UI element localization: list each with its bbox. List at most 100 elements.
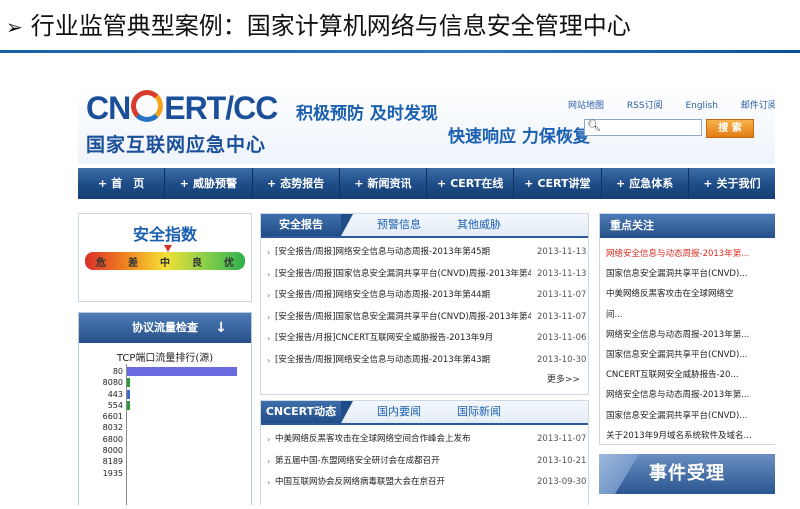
list-item[interactable]: › 中美网络反黑客攻击在全球网络空间合作峰会上发布 2013-11-07 (261, 429, 588, 451)
port-label: 6601 (102, 412, 123, 422)
item-date: 2013-11-07 (537, 311, 587, 322)
nav-emergency-system[interactable]: + 应急体系 (602, 168, 689, 199)
nav-cert-online[interactable]: + CERT在线 (427, 168, 515, 199)
port-row: 8032 (83, 422, 249, 433)
focus-box: 重点关注 网络安全信息与动态周报-2013年第... 国家信息安全漏洞共享平台(C… (599, 213, 775, 445)
focus-item[interactable]: 中美网络反黑客攻击在全球网络空 (606, 284, 772, 304)
nav-label: CERT在线 (450, 177, 504, 190)
list-item[interactable]: › [安全报告/月报]CNCERT互联网安全威胁报告-2013年9月 2013-11… (261, 328, 588, 350)
list-item[interactable]: › [安全报告/周报]网络安全信息与动态周报-2013年第45期 2013-11-1… (261, 242, 588, 264)
more-link[interactable]: 更多>> (547, 372, 580, 385)
focus-item[interactable]: 关于2013年9月域名系统软件及域名... (606, 426, 772, 446)
arrow-down-icon: ↓ (215, 320, 227, 336)
port-label: 80 (112, 367, 123, 376)
port-row: 8189 (83, 456, 249, 467)
reports-box: 安全报告 预警信息 其他威胁 › [安全报告/周报]网络安全信息与动态周报-201… (260, 213, 589, 395)
protocol-panel-title: 协议流量检查 (132, 321, 198, 334)
item-date: 2013-11-13 (537, 247, 587, 257)
main-nav: + 首 页 + 威胁预警 + 态势报告 + 新闻资讯 + CERT在线 + CERT讲堂 +… (78, 168, 775, 199)
list-item[interactable]: › 中国互联网协会反网络病毒联盟大会在京召开 2013-09-30 (261, 472, 588, 494)
item-date: 2013-10-21 (537, 455, 587, 466)
protocol-chart-title: TCP端口流量排行(源) (116, 353, 214, 364)
port-label: 8000 (102, 446, 123, 456)
rss-link[interactable]: RSS订阅 (627, 101, 663, 111)
nav-news[interactable]: + 新闻资讯 (340, 168, 427, 199)
port-row: 80 (83, 366, 249, 377)
slide-title: ➢ 行业监管典型案例：国家计算机网络与信息安全管理中心 (6, 6, 631, 46)
site-logo[interactable]: CN ERT/CC (86, 90, 278, 127)
item-title[interactable]: [安全报告/周报]网络安全信息与动态周报-2013年第44期 (275, 285, 531, 307)
logo-subtitle: 国家互联网应急中心 (86, 134, 267, 156)
tab-other-threats[interactable]: 其他威胁 (439, 214, 519, 236)
plus-icon: + (179, 177, 189, 190)
nav-label: 新闻资讯 (367, 177, 412, 190)
tab-alerts[interactable]: 预警信息 (359, 214, 439, 236)
reports-list: › [安全报告/周报]网络安全信息与动态周报-2013年第45期 2013-11-1… (261, 242, 588, 371)
tab-domestic-news[interactable]: 国内要闻 (359, 401, 439, 423)
list-item[interactable]: › [安全报告/周报]国家信息安全漏洞共享平台(CNVD)周报-2013年第44期… (261, 307, 588, 329)
item-date: 2013-11-13 (537, 268, 587, 279)
focus-item[interactable]: 国家信息安全漏洞共享平台(CNVD)... (606, 406, 772, 426)
port-bar (127, 367, 237, 376)
item-date: 2013-11-06 (537, 333, 587, 343)
item-title[interactable]: 中美网络反黑客攻击在全球网络空间合作峰会上发布 (275, 429, 531, 451)
level-excellent: 优 (224, 258, 234, 269)
port-label: 443 (107, 389, 123, 399)
security-index-panel: 安全指数 危 差 中 良 优 (78, 213, 252, 302)
chevron-right-icon: › (267, 334, 271, 343)
search-input[interactable] (599, 121, 697, 133)
search-button[interactable]: 搜 索 (706, 119, 754, 138)
chevron-right-icon: › (267, 478, 271, 487)
chevron-right-icon: › (267, 355, 271, 365)
focus-list: 网络安全信息与动态周报-2013年第... 国家信息安全漏洞共享平台(CNVD).… (606, 244, 772, 446)
list-item[interactable]: › [安全报告/周报]网络安全信息与动态周报-2013年第43期 2013-10-3… (261, 350, 588, 372)
list-item[interactable]: › [安全报告/周报]国家信息安全漏洞共享平台(CNVD)周报-2013年第45期… (261, 264, 588, 286)
slogan-line-2: 快速响应 力保恢复 (448, 127, 590, 147)
item-title[interactable]: [安全报告/月报]CNCERT互联网安全威胁报告-2013年9月 (275, 328, 531, 350)
port-bar (127, 389, 130, 399)
level-good: 良 (192, 258, 202, 269)
logo-text-right: ERT/CC (164, 90, 278, 126)
item-title[interactable]: [安全报告/周报]国家信息安全漏洞共享平台(CNVD)周报-2013年第45期 (275, 264, 531, 286)
focus-item[interactable]: 网络安全信息与动态周报-2013年第... (606, 244, 772, 264)
nav-situation-reports[interactable]: + 态势报告 (253, 168, 340, 199)
chevron-right-icon: › (267, 456, 271, 466)
list-item[interactable]: › 第五届中国-东盟网络安全研讨会在成都召开 2013-10-21 (261, 451, 588, 473)
search-box: 🔍︎ (584, 119, 702, 136)
event-report-label: 事件受理 (649, 463, 725, 484)
item-date: 2013-10-30 (537, 354, 587, 365)
nav-label: CERT讲堂 (537, 177, 591, 190)
list-item[interactable]: › [安全报告/周报]网络安全信息与动态周报-2013年第44期 2013-11-0… (261, 285, 588, 307)
tab-international-news[interactable]: 国际新闻 (439, 401, 519, 423)
nav-home[interactable]: + 首 页 (78, 168, 166, 199)
item-title[interactable]: [安全报告/周报]国家信息安全漏洞共享平台(CNVD)周报-2013年第44期 (275, 307, 531, 329)
event-report-button[interactable]: 事件受理 (599, 454, 775, 494)
port-label: 1935 (102, 468, 123, 478)
focus-item[interactable]: 国家信息安全漏洞共享平台(CNVD)... (606, 264, 772, 284)
focus-item[interactable]: 间... (606, 305, 772, 325)
tab-cncert-news[interactable]: CNCERT动态 (261, 401, 353, 423)
port-row: 1935 (83, 468, 249, 479)
english-link[interactable]: English (685, 101, 718, 111)
port-label: 8032 (102, 423, 123, 433)
item-title[interactable]: 第五届中国-东盟网络安全研讨会在成都召开 (275, 451, 531, 473)
nav-about-us[interactable]: + 关于我们 (689, 168, 775, 199)
port-row: 554 (83, 400, 249, 411)
sitemap-link[interactable]: 网站地图 (568, 101, 604, 111)
protocol-panel-header[interactable]: 协议流量检查 ↓ (79, 313, 251, 343)
item-title[interactable]: [安全报告/周报]网络安全信息与动态周报-2013年第43期 (275, 350, 531, 372)
focus-item[interactable]: 网络安全信息与动态周报-2013年第... (606, 385, 772, 405)
focus-item[interactable]: CNCERT互联网安全威胁报告-20... (606, 365, 772, 385)
nav-threat-alerts[interactable]: + 威胁预警 (165, 168, 253, 199)
tab-security-reports[interactable]: 安全报告 (261, 214, 353, 236)
chevron-right-icon: › (267, 269, 271, 279)
item-title[interactable]: [安全报告/周报]网络安全信息与动态周报-2013年第45期 (275, 242, 531, 264)
plus-icon: + (267, 177, 277, 190)
focus-item[interactable]: 国家信息安全漏洞共享平台(CNVD)... (606, 345, 772, 365)
mail-subscribe-link[interactable]: 邮件订阅 (741, 101, 775, 111)
focus-item[interactable]: 网络安全信息与动态周报-2013年第... (606, 325, 772, 345)
port-row: 8000 (83, 445, 249, 456)
item-title[interactable]: 中国互联网协会反网络病毒联盟大会在京召开 (275, 472, 531, 494)
nav-cert-lecture[interactable]: + CERT讲堂 (514, 168, 602, 199)
top-links: 网站地图 RSS订阅 English 邮件订阅 (568, 98, 775, 111)
